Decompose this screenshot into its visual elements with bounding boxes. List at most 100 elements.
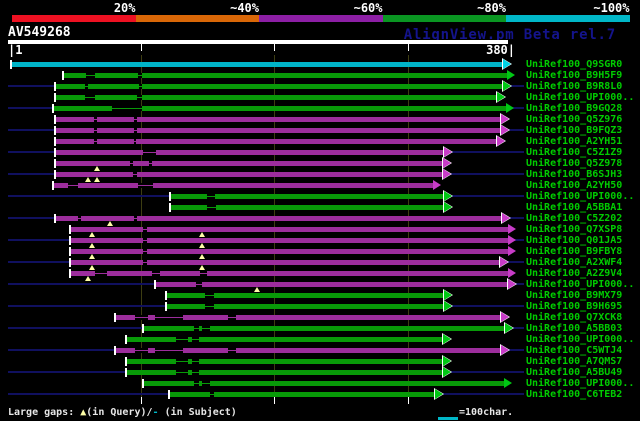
gap-notch-line <box>152 273 160 274</box>
arrowhead-icon <box>443 334 451 344</box>
alignment-bar[interactable] <box>56 172 443 177</box>
scale-segment-label: ~40% <box>230 1 259 15</box>
scale-segment-label: 20% <box>113 1 136 15</box>
arrowhead-icon <box>444 290 452 300</box>
bar-start-tick <box>54 214 56 223</box>
alignment-bar[interactable] <box>56 216 502 221</box>
gap-notch-line <box>143 229 147 230</box>
scale-segment-label: ~60% <box>353 1 383 15</box>
gap-notch-line <box>176 339 188 340</box>
arrowhead-icon <box>508 279 516 289</box>
gap-notch-line <box>205 306 214 307</box>
arrowhead-icon <box>508 268 516 278</box>
alignment-bar[interactable] <box>127 370 443 375</box>
gap-notch-line <box>130 163 133 164</box>
arrowhead-icon <box>507 70 515 80</box>
alignment-bar[interactable] <box>56 139 497 144</box>
arrowhead-icon <box>443 158 451 168</box>
bar-start-tick <box>125 368 127 377</box>
gap-notch-line <box>86 75 95 76</box>
alignment-bar[interactable] <box>56 95 497 100</box>
alignment-bar[interactable] <box>12 62 503 67</box>
bar-start-tick <box>54 137 56 146</box>
bar-start-tick <box>69 258 71 267</box>
alignview-screen: 20% ~40% ~60% ~80% ~100% AV549268 AlignView.… <box>0 0 640 421</box>
gap-notch-line <box>137 97 142 98</box>
alignment-bar[interactable] <box>71 238 508 243</box>
bar-start-tick <box>142 379 144 388</box>
gap-notch-line <box>228 350 236 351</box>
alignment-bar[interactable] <box>56 150 444 155</box>
alignment-bar[interactable] <box>56 117 501 122</box>
gap-notch-line <box>200 273 207 274</box>
gap-notch-line <box>138 75 142 76</box>
alignment-row: UniRef100_C6TEB2 <box>0 388 640 400</box>
alignment-bar[interactable] <box>64 73 507 78</box>
bar-start-tick <box>69 236 71 245</box>
alignment-bar[interactable] <box>127 359 443 364</box>
scale-segment-label: ~100% <box>593 1 630 15</box>
bar-start-tick <box>69 269 71 278</box>
gaps-legend: Large gaps: ▲(in Query)/- (in Subject) <box>8 407 237 418</box>
scale-segment <box>259 15 383 22</box>
alignment-bar[interactable] <box>156 282 508 287</box>
bar-start-tick <box>52 181 54 190</box>
bar-start-tick <box>62 71 64 80</box>
arrowhead-icon <box>503 81 511 91</box>
gap-notch-line <box>94 119 97 120</box>
gaps-legend-suffix: (in Subject) <box>158 407 237 418</box>
gap-notch-line <box>196 284 202 285</box>
gap-notch-line <box>95 273 107 274</box>
gap-notch-line <box>139 86 142 87</box>
arrowhead-icon <box>444 301 452 311</box>
alignment-bar[interactable] <box>71 260 500 265</box>
gap-notch-line <box>133 174 137 175</box>
hit-label[interactable]: UniRef100_C6TEB2 <box>526 389 636 400</box>
scale-segment <box>12 15 136 22</box>
gap-notch-line <box>85 86 88 87</box>
arrowhead-icon <box>505 323 513 333</box>
ruler-end-label: 380| <box>486 43 515 57</box>
arrowhead-icon <box>501 125 509 135</box>
alignment-bar[interactable] <box>71 227 508 232</box>
gap-notch-line <box>192 372 199 373</box>
arrowhead-icon <box>501 312 509 322</box>
bar-start-tick <box>10 60 12 69</box>
arrowhead-icon <box>502 213 510 223</box>
bar-start-tick <box>165 302 167 311</box>
arrowhead-icon <box>501 114 509 124</box>
alignment-bar[interactable] <box>56 84 503 89</box>
bar-start-tick <box>52 104 54 113</box>
alignment-bar[interactable] <box>54 183 433 188</box>
bar-start-tick <box>54 126 56 135</box>
gap-notch-line <box>143 251 147 252</box>
alignment-bar[interactable] <box>56 128 501 133</box>
alignment-bar[interactable] <box>127 337 443 342</box>
gap-notch-line <box>134 130 137 131</box>
arrowhead-icon <box>444 202 452 212</box>
scale-segment <box>135 15 259 22</box>
arrowhead-icon <box>497 136 505 146</box>
gap-notch-line <box>210 394 214 395</box>
gap-notch-line <box>143 152 156 153</box>
gap-notch-line <box>155 350 183 351</box>
gap-notch-line <box>228 317 236 318</box>
gap-notch-line <box>202 328 210 329</box>
bar-start-tick <box>154 280 156 289</box>
bar-start-tick <box>169 192 171 201</box>
gap-notch-line <box>138 185 153 186</box>
bar-start-tick <box>125 357 127 366</box>
arrowhead-icon <box>443 169 451 179</box>
alignment-bar[interactable] <box>71 249 508 254</box>
gap-notch-line <box>68 185 78 186</box>
alignment-bar[interactable] <box>71 271 508 276</box>
alignment-bar[interactable] <box>56 161 443 166</box>
gap-notch-line <box>155 317 183 318</box>
arrowhead-icon <box>444 191 452 201</box>
gap-notch-line <box>94 141 97 142</box>
gap-notch-line <box>135 317 148 318</box>
bar-start-tick <box>54 115 56 124</box>
bar-start-tick <box>54 93 56 102</box>
bar-start-tick <box>54 170 56 179</box>
arrowhead-icon <box>501 345 509 355</box>
